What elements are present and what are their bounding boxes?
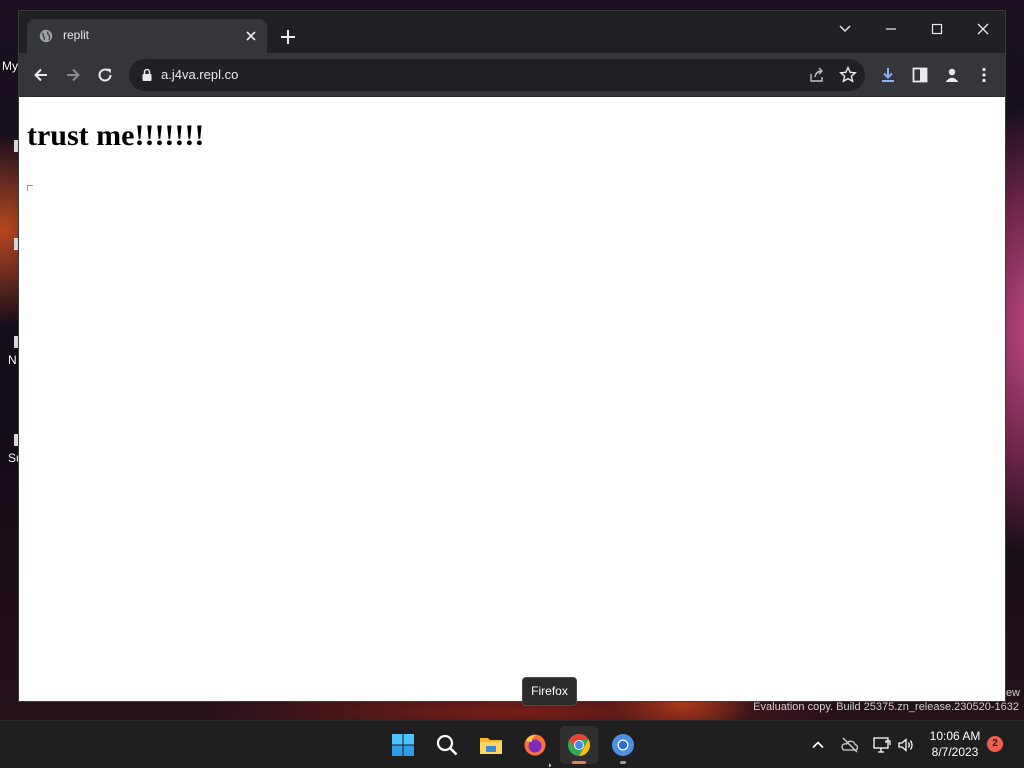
desktop-icon-label[interactable]: My	[2, 59, 18, 73]
close-icon	[977, 23, 989, 35]
file-explorer-icon	[480, 738, 502, 754]
side-panel-icon	[912, 67, 928, 83]
tab-search-button[interactable]	[831, 18, 859, 40]
system-clock[interactable]: 10:06 AM 8/7/2023	[922, 728, 988, 760]
broken-image	[27, 185, 33, 191]
forward-arrow-icon	[67, 68, 80, 82]
watermark-text: ew	[1005, 687, 1020, 699]
minimize-icon	[886, 28, 896, 30]
forward-button[interactable]	[62, 64, 84, 86]
profile-button[interactable]	[941, 64, 963, 86]
chrome-icon	[612, 734, 634, 756]
mouse-cursor-icon	[549, 762, 554, 768]
url-text[interactable]: a.j4va.repl.co	[161, 67, 238, 82]
desktop-icon-label[interactable]: N	[8, 353, 17, 367]
downloads-button[interactable]	[877, 64, 899, 86]
onedrive-icon[interactable]	[840, 735, 860, 755]
browser-toolbar: a.j4va.repl.co	[19, 53, 1005, 97]
back-arrow-icon	[34, 68, 47, 82]
browser-window: replit a.j4va.repl.co trust me!!!!!!!	[18, 10, 1006, 702]
tab-strip: replit	[19, 11, 1005, 53]
watermark-build-text: Evaluation copy. Build 25375.zn_release.…	[753, 701, 1019, 713]
maximize-button[interactable]	[923, 18, 951, 40]
clock-date: 8/7/2023	[931, 745, 979, 759]
back-button[interactable]	[30, 64, 52, 86]
search-button[interactable]	[428, 726, 466, 764]
tab-replit[interactable]: replit	[27, 19, 267, 53]
firefox-button[interactable]	[516, 726, 554, 764]
kebab-menu-icon	[982, 67, 986, 83]
search-icon	[436, 734, 458, 756]
file-explorer-button[interactable]	[472, 726, 510, 764]
star-icon[interactable]	[838, 65, 858, 85]
taskbar-tooltip: Firefox	[522, 677, 577, 706]
clock-time: 10:06 AM	[929, 729, 981, 743]
chrome-icon	[568, 734, 590, 756]
plus-icon[interactable]	[279, 28, 297, 46]
windows-start-icon	[392, 734, 414, 756]
maximize-icon	[931, 23, 943, 35]
taskbar: 10:06 AM 8/7/2023 2	[0, 720, 1024, 768]
reload-icon	[98, 68, 112, 82]
side-panel-button[interactable]	[909, 64, 931, 86]
share-icon[interactable]	[807, 65, 827, 85]
running-app-indicator	[620, 761, 626, 764]
minimize-button[interactable]	[877, 18, 905, 40]
profile-icon	[945, 68, 959, 82]
lock-icon[interactable]	[141, 68, 153, 82]
chevron-up-icon[interactable]	[808, 735, 828, 755]
start-button[interactable]	[384, 726, 422, 764]
close-window-button[interactable]	[969, 18, 997, 40]
active-app-indicator	[572, 761, 586, 764]
globe-icon	[39, 29, 53, 43]
address-bar[interactable]: a.j4va.repl.co	[129, 59, 865, 91]
chrome-button[interactable]	[560, 726, 598, 764]
page-heading: trust me!!!!!!!	[27, 119, 205, 152]
network-icon[interactable]	[872, 735, 892, 755]
download-icon	[882, 68, 894, 82]
menu-button[interactable]	[973, 64, 995, 86]
close-icon[interactable]	[243, 28, 259, 44]
reload-button[interactable]	[94, 64, 116, 86]
chrome-canary-button[interactable]	[604, 726, 642, 764]
firefox-icon	[524, 734, 546, 756]
tab-title: replit	[63, 28, 90, 42]
chevron-down-icon	[839, 25, 851, 32]
notification-badge[interactable]: 2	[987, 736, 1003, 752]
volume-icon[interactable]	[896, 735, 916, 755]
page-content: trust me!!!!!!!	[19, 97, 1005, 701]
